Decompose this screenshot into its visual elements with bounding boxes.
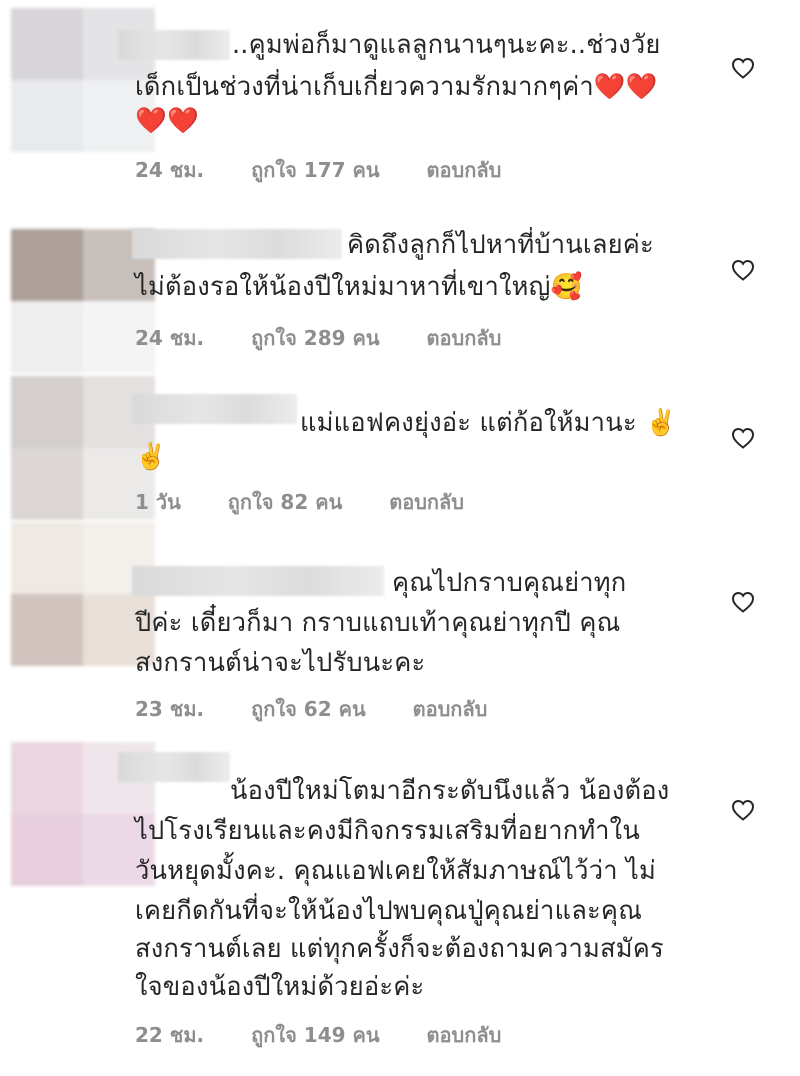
like-count[interactable]: ถูกใจ 82 คน [228,486,343,518]
comment-text-line: เด็กเป็นช่วงที่น่าเก็บเกี่ยวความรักมากๆค… [135,72,658,102]
username-blurred[interactable] [118,30,230,60]
comment-time: 23 ชม. [135,697,205,721]
like-count[interactable]: ถูกใจ 177 คน [251,154,379,186]
comment-meta: 22 ชม. ถูกใจ 149 คน ตอบกลับ [135,1019,501,1051]
like-count[interactable]: ถูกใจ 149 คน [251,1019,379,1051]
username-blurred[interactable] [132,394,297,424]
reply-button[interactable]: ตอบกลับ [427,154,502,186]
comment-text-line: ✌️ [135,442,167,472]
comment-meta: 1 วัน ถูกใจ 82 คน ตอบกลับ [135,486,464,518]
comment-text-line: ใจของน้องปีใหม่ด้วยอ่ะค่ะ [135,972,425,1002]
heart-outline-icon[interactable] [731,799,755,821]
username-blurred[interactable] [132,229,342,259]
comment-text-line: น้องปีใหม่โตมาอีกระดับนึงแล้ว น้องต้อง [230,776,670,806]
like-count[interactable]: ถูกใจ 289 คน [251,322,379,354]
username-blurred[interactable] [118,752,230,782]
reply-button[interactable]: ตอบกลับ [389,486,464,518]
comment-text-line: ไม่ต้องรอให้น้องปีใหม่มาหาที่เขาใหญ่🥰 [135,272,583,302]
like-count[interactable]: ถูกใจ 62 คน [251,693,366,725]
comment-text-line: ..คูมพ่อก็มาดูแลลูกนานๆนะคะ..ช่วงวัย [232,30,661,60]
comment-time: 24 ชม. [135,158,205,182]
comment-text-line: ❤️❤️ [135,106,199,136]
comment-text-line: คุณไปกราบคุณย่าทุก [392,568,627,598]
comment-text-line: สงกรานต์เลย แต่ทุกครั้งก็จะต้องถามความสม… [135,934,664,964]
comment-text-line: ปีค่ะ เดี๋ยวก็มา กราบแถบเท้าคุณย่าทุกปี … [135,608,621,638]
comment-time: 1 วัน [135,490,181,514]
reply-button[interactable]: ตอบกลับ [427,1019,502,1051]
comment-text-line: วันหยุดมั้งคะ. คุณแอฟเคยให้สัมภาษณ์ไว้ว่… [135,856,657,886]
comment-text-line: แม่แอฟคงยุ่งอ่ะ แต่ก้อให้มานะ ✌️ [300,408,677,438]
comment-time: 22 ชม. [135,1023,205,1047]
comment-meta: 23 ชม. ถูกใจ 62 คน ตอบกลับ [135,693,487,725]
comment-text-line: เคยกีดกันที่จะให้น้องไปพบคุณปู่คุณย่าและ… [135,896,643,926]
reply-button[interactable]: ตอบกลับ [427,322,502,354]
comment-text-line: สงกรานต์น่าจะไปรับนะคะ [135,648,426,678]
comment-text-line: ไปโรงเรียนและคงมีกิจกรรมเสริมที่อยากทำใน [135,816,640,846]
comment-text-line: คิดถึงลูกก็ไปหาที่บ้านเลยค่ะ [347,230,654,260]
comment-time: 24 ชม. [135,326,205,350]
username-blurred[interactable] [132,566,384,596]
heart-outline-icon[interactable] [731,427,755,449]
heart-outline-icon[interactable] [731,259,755,281]
heart-outline-icon[interactable] [731,591,755,613]
heart-outline-icon[interactable] [731,57,755,79]
comment-meta: 24 ชม. ถูกใจ 289 คน ตอบกลับ [135,322,501,354]
comment-meta: 24 ชม. ถูกใจ 177 คน ตอบกลับ [135,154,501,186]
reply-button[interactable]: ตอบกลับ [413,693,488,725]
